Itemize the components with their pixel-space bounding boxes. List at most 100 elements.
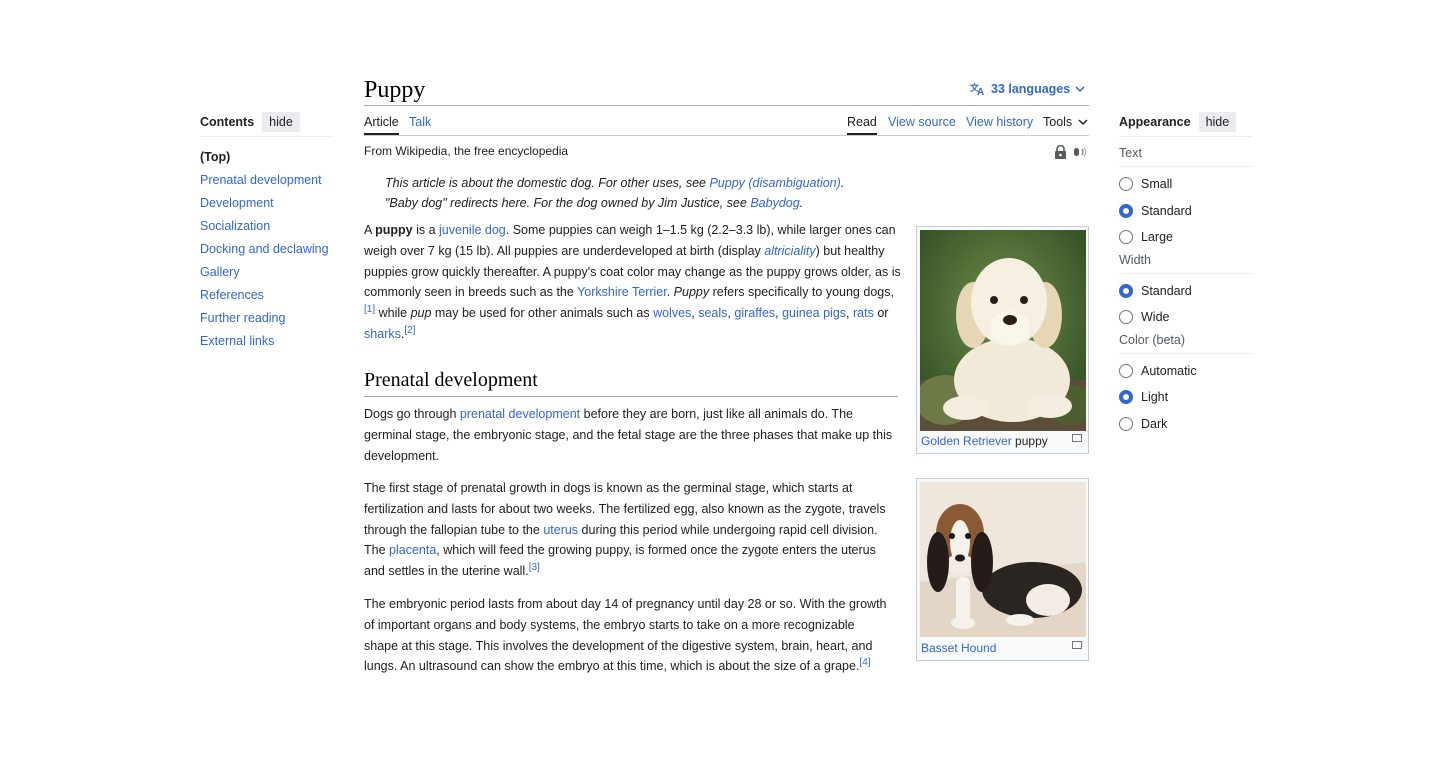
hatnote-disambiguation: This article is about the domestic dog. … [385,176,844,190]
option-label: Standard [1141,283,1192,298]
babydog-link[interactable]: Babydog [750,196,799,210]
text-size-label: Text [1119,146,1252,167]
radio-button-selected[interactable] [1119,283,1133,298]
site-subtitle: From Wikipedia, the free encyclopedia [364,144,569,158]
hatnote-end: . [799,196,804,210]
radio-button[interactable] [1119,363,1133,378]
magnify-icon[interactable] [1072,434,1082,442]
appearance-hide-button[interactable]: hide [1198,112,1237,132]
reference-3-link[interactable]: [3] [529,562,540,573]
toc-item-gallery[interactable]: Gallery [200,261,333,284]
altriciality-link[interactable]: altriciality [764,244,815,258]
option-label: Standard [1141,203,1192,218]
sharks-link[interactable]: sharks [364,327,401,341]
tab-view-history[interactable]: View history [966,113,1033,131]
yorkshire-terrier-link[interactable]: Yorkshire Terrier [577,285,667,299]
color-label: Color (beta) [1119,333,1252,354]
toc-item-socialization[interactable]: Socialization [200,215,333,238]
radio-button[interactable] [1119,310,1133,325]
caption-text: puppy [1011,434,1048,448]
italic-term: pup [410,306,432,321]
seals-link[interactable]: seals [698,306,727,320]
table-of-contents: Contents hide (Top) Prenatal development… [200,112,333,353]
figure-golden-retriever: Golden Retriever puppy [916,226,1089,454]
option-label: Small [1141,177,1173,192]
juvenile-dog-link[interactable]: juvenile dog [439,223,506,237]
giraffes-link[interactable]: giraffes [734,306,775,320]
uterus-link[interactable]: uterus [543,523,578,537]
tab-talk[interactable]: Talk [409,113,431,131]
toc-item-docking-and-declawing[interactable]: Docking and declawing [200,238,333,261]
audio-icon[interactable] [1073,145,1089,159]
text: , [846,306,853,321]
text: while [375,306,411,321]
basset-hound-image[interactable] [920,482,1086,637]
text: . [666,285,674,300]
tab-article[interactable]: Article [364,113,399,135]
width-wide-option[interactable]: Wide [1119,304,1252,331]
reference-1-link[interactable]: [1] [364,304,375,315]
text-size-large-option[interactable]: Large [1119,224,1252,251]
guinea-pigs-link[interactable]: guinea pigs [782,306,846,320]
text-size-small-option[interactable]: Small [1119,171,1252,198]
toc-item-prenatal-development[interactable]: Prenatal development [200,169,333,192]
hatnote-text: "Baby dog" redirects here. For the dog o… [385,196,751,210]
tab-read[interactable]: Read [847,113,877,135]
width-label: Width [1119,253,1252,274]
basset-hound-link[interactable]: Basset Hound [921,641,996,655]
wolves-link[interactable]: wolves [653,306,691,320]
language-button[interactable]: 文 A 33 languages [970,82,1085,96]
prenatal-paragraph-3: The embryonic period lasts from about da… [364,594,892,677]
chevron-down-icon [1075,86,1085,93]
golden-retriever-puppy-image[interactable] [920,230,1086,431]
italic-term: Puppy [673,285,710,300]
width-standard-option[interactable]: Standard [1119,278,1252,305]
radio-button[interactable] [1119,177,1133,192]
tab-view-source[interactable]: View source [888,113,956,131]
figure-caption: Golden Retriever puppy [921,434,1048,448]
reference-2-link[interactable]: [2] [404,325,415,336]
appearance-divider [1119,136,1252,137]
hatnote-text: This article is about the domestic dog. … [385,176,710,190]
toc-hide-button[interactable]: hide [262,112,300,132]
toc-item-external-links[interactable]: External links [200,330,333,353]
puppy-disambiguation-link[interactable]: Puppy (disambiguation) [709,176,840,190]
golden-retriever-link[interactable]: Golden Retriever [921,434,1012,448]
placenta-link[interactable]: placenta [389,543,436,557]
color-dark-option[interactable]: Dark [1119,411,1252,438]
color-light-option[interactable]: Light [1119,384,1252,411]
prenatal-paragraph-2: The first stage of prenatal growth in do… [364,478,892,582]
figure-caption: Basset Hound [921,641,996,655]
reference-4-link[interactable]: [4] [859,657,870,668]
appearance-heading: Appearance [1119,115,1191,129]
hatnote-redirect: "Baby dog" redirects here. For the dog o… [385,196,803,210]
prenatal-development-link[interactable]: prenatal development [460,407,580,421]
text-size-standard-option[interactable]: Standard [1119,198,1252,225]
tabs-divider [364,135,1089,136]
option-label: Light [1141,390,1169,405]
text: A [364,223,376,237]
svg-text:A: A [977,87,984,96]
lock-icon[interactable] [1054,145,1067,159]
radio-button-selected[interactable] [1119,390,1133,405]
appearance-panel: Appearance hide Text Small Standard Larg… [1119,112,1252,437]
intro-paragraph: A puppy is a juvenile dog. Some puppies … [364,220,902,345]
text: may be used for other animals such as [431,306,654,321]
language-count: 33 languages [991,82,1071,96]
text: The embryonic period lasts from about da… [364,597,887,674]
text: is a [412,223,440,237]
rats-link[interactable]: rats [853,306,874,320]
color-automatic-option[interactable]: Automatic [1119,358,1252,385]
magnify-icon[interactable] [1072,641,1082,649]
radio-button[interactable] [1119,230,1133,245]
text: , which will feed the growing puppy, is … [364,543,876,579]
toc-item-further-reading[interactable]: Further reading [200,307,333,330]
radio-button-selected[interactable] [1119,203,1133,218]
figure-basset-hound: Basset Hound [916,478,1089,661]
toc-item-development[interactable]: Development [200,192,333,215]
text: refers specifically to young dogs, [709,285,894,300]
toc-item-top[interactable]: (Top) [200,146,333,169]
tab-tools[interactable]: Tools [1043,113,1088,131]
toc-item-references[interactable]: References [200,284,333,307]
radio-button[interactable] [1119,416,1133,431]
